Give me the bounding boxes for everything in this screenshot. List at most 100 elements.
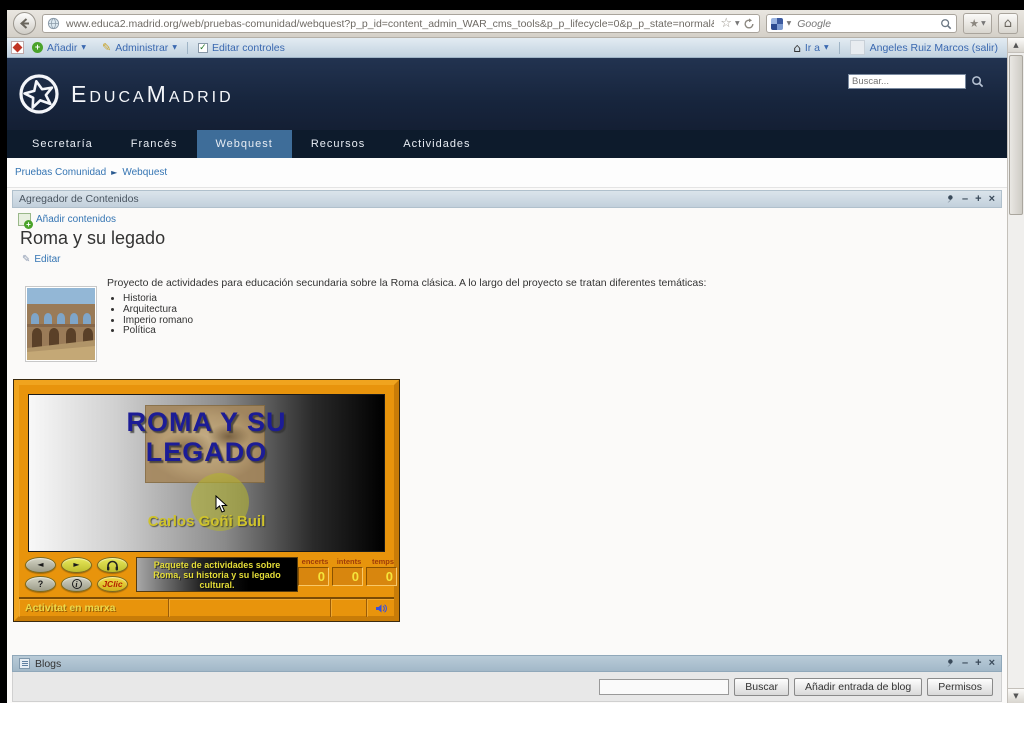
jclic-status-cell [331, 599, 367, 617]
help-button[interactable]: ? [25, 576, 56, 592]
site-header: EducaMadrid [7, 58, 1024, 130]
site-logo[interactable]: EducaMadrid [17, 72, 234, 116]
tab-frances[interactable]: Francés [112, 130, 197, 158]
manage-menu[interactable]: ✎ Administrar ▼ [94, 41, 185, 54]
vertical-scrollbar[interactable]: ▲ ▼ [1007, 38, 1024, 703]
counter-label-temps: temps [371, 557, 395, 566]
maximize-icon[interactable]: + [975, 193, 981, 205]
goto-home-icon: ⌂ [793, 40, 801, 55]
back-icon [20, 18, 29, 29]
counter-labels: encerts intents temps [298, 557, 402, 566]
site-search-icon[interactable] [971, 75, 984, 88]
dockbar-right: ⌂ Ir a ▼ Angeles Ruiz Marcos (salir) [785, 40, 1020, 55]
engine-dropdown-icon[interactable]: ▼ [787, 20, 792, 27]
manage-menu-label: Administrar [115, 41, 169, 54]
site-search [848, 74, 984, 89]
back-button[interactable] [13, 12, 36, 35]
url-bar-controls: ☆ ▼ [720, 17, 754, 30]
goto-menu[interactable]: ⌂ Ir a ▼ [785, 41, 836, 55]
aqueduct-image [27, 288, 95, 360]
jclic-applet[interactable]: ROMA Y SU LEGADO Carlos Goñi Buil ◄ ► ? … [14, 380, 399, 621]
permissions-button[interactable]: Permisos [927, 677, 993, 696]
liferay-icon[interactable] [11, 41, 24, 54]
help-icon: ? [37, 579, 44, 589]
mouse-cursor-icon [215, 495, 228, 513]
add-menu[interactable]: + Añadir ▼ [24, 42, 94, 54]
bookmark-star-icon[interactable]: ☆ [720, 17, 732, 30]
screen-frame: ☆ ▼ ▼ ★ ▼ [0, 0, 1024, 736]
next-activity-button[interactable]: ► [61, 557, 92, 573]
home-button[interactable]: ⌂ [997, 13, 1018, 34]
counter-value-temps: 0 [366, 567, 397, 586]
reload-icon[interactable] [743, 17, 755, 30]
jclic-logo-button[interactable]: JClic [97, 576, 128, 592]
scrollbar-thumb[interactable] [1009, 55, 1023, 215]
tab-webquest[interactable]: Webquest [196, 130, 292, 158]
blogs-portlet: Blogs – + × Buscar Añadir entrada de blo… [12, 655, 1002, 702]
goto-label: Ir a [804, 41, 820, 54]
browser-search-input[interactable] [795, 16, 937, 31]
minimize-icon[interactable]: – [962, 193, 968, 205]
tab-secretaria[interactable]: Secretaría [13, 130, 112, 158]
scroll-up-icon[interactable]: ▲ [1008, 38, 1024, 53]
blogs-search-button[interactable]: Buscar [734, 677, 789, 696]
counter-label-intents: intents [336, 557, 362, 566]
add-content-link[interactable]: Añadir contenidos [18, 213, 116, 229]
topic-item: Imperio romano [123, 315, 193, 326]
browser-search-bar[interactable]: ▼ [765, 14, 958, 33]
jclic-message-box: Paquete de actividades sobre Roma, su hi… [136, 557, 298, 592]
close-icon[interactable]: × [989, 658, 995, 669]
bookmarks-caret-icon: ▼ [981, 20, 986, 27]
tab-actividades[interactable]: Actividades [384, 130, 489, 158]
blogs-icon [19, 658, 30, 669]
jclic-title: ROMA Y SU LEGADO [29, 407, 384, 467]
content-portlet-header: Agregador de Contenidos – + × [12, 190, 1002, 208]
minimize-icon[interactable]: – [962, 658, 968, 669]
scroll-down-icon[interactable]: ▼ [1008, 688, 1024, 703]
info-button[interactable]: i [61, 576, 92, 592]
url-dropdown-icon[interactable]: ▼ [735, 20, 740, 27]
search-engine-icon[interactable] [770, 17, 783, 30]
educamadrid-star-icon [19, 74, 59, 114]
jclic-speaker-cell[interactable] [367, 599, 394, 617]
jclic-status-cell [169, 599, 331, 617]
browser-window: ☆ ▼ ▼ ★ ▼ [7, 10, 1024, 703]
breadcrumb-arrow-icon: ► [111, 168, 118, 177]
maximize-icon[interactable]: + [975, 658, 981, 669]
breadcrumb-item-comunidad[interactable]: Pruebas Comunidad [15, 167, 106, 178]
prev-activity-button[interactable]: ◄ [25, 557, 56, 573]
user-name-link[interactable]: Angeles Ruiz Marcos (salir) [870, 42, 998, 54]
magnifier-icon[interactable] [940, 18, 952, 30]
bookmarks-button[interactable]: ★ ▼ [963, 13, 992, 34]
jclic-status-text: Activitat en marxa [19, 599, 169, 617]
url-input[interactable] [64, 16, 717, 31]
add-plus-icon: + [32, 42, 43, 53]
url-bar[interactable]: ☆ ▼ [42, 14, 760, 33]
add-content-icon [18, 213, 33, 229]
headphones-icon [107, 560, 118, 570]
blogs-search-input[interactable] [599, 678, 730, 695]
close-icon[interactable]: × [989, 193, 995, 205]
site-search-input[interactable] [848, 74, 966, 89]
tab-recursos[interactable]: Recursos [292, 130, 384, 158]
add-blog-entry-button[interactable]: Añadir entrada de blog [793, 677, 923, 696]
edit-controls-label: Editar controles [211, 41, 285, 54]
wrench-icon[interactable] [946, 194, 955, 204]
audio-button[interactable] [97, 557, 128, 573]
wrench-icon[interactable] [946, 659, 955, 668]
next-arrow-icon: ► [73, 560, 80, 569]
jclic-button-grid: ◄ ► ? i JClic [25, 557, 131, 594]
edit-controls-toggle[interactable]: ✓ Editar controles [190, 42, 293, 54]
dockbar-divider [838, 41, 840, 54]
speaker-icon [375, 603, 387, 613]
counter-value-intents: 0 [332, 567, 363, 586]
portlet-title: Agregador de Contenidos [19, 193, 139, 205]
counter-value-encerts: 0 [298, 567, 329, 586]
site-favicon-globe-icon [47, 17, 60, 30]
page-content: Agregador de Contenidos – + × Añadir con… [7, 188, 1007, 703]
message-line: cultural. [199, 579, 235, 590]
breadcrumb-item-webquest[interactable]: Webquest [122, 167, 167, 178]
edit-article-link[interactable]: ✎ Editar [22, 254, 61, 265]
counter-values: 0 0 0 [298, 567, 402, 586]
info-icon: i [71, 579, 82, 589]
